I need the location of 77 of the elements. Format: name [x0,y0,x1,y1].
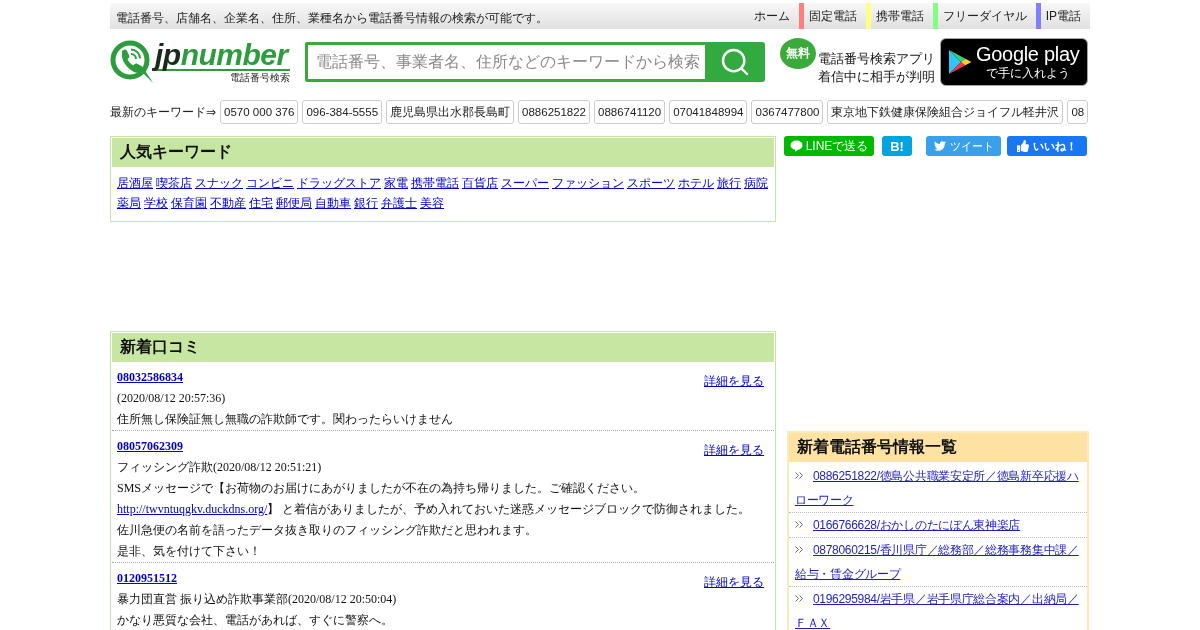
keyword-tag[interactable]: 096-384-5555 [302,100,383,124]
review-heading: (2020/08/12 20:57:36) [117,390,227,407]
keyword-link[interactable]: 不動産 [210,193,246,213]
review-text: 住所無し保険証無し無職の詐欺師です。関わったらいけません [117,411,454,428]
double-chevron-icon [795,595,803,603]
double-chevron-icon [795,546,803,554]
double-chevron-icon [795,472,803,480]
review-heading: 暴力団直営 振り込め詐欺事業部(2020/08/12 20:50:04) [117,591,398,608]
keyword-tag[interactable]: 東京地下鉄健康保険組合ジョイフル軽井沢 [827,100,1064,124]
keyword-link[interactable]: 病院 [744,173,768,193]
keyword-tag[interactable]: 鹿児島県出水郡長島町 [386,100,515,124]
panel-title: 新着電話番号情報一覧 [789,433,1087,462]
double-chevron-icon [795,521,803,529]
number-link[interactable]: 0166766628/おかしのたにぽん東神楽店 [795,513,1081,537]
phone-number-link[interactable]: 0120951512 [117,568,177,589]
detail-link[interactable]: 詳細を見る [704,444,764,457]
detail-link[interactable]: 詳細を見る [704,375,764,388]
keyword-link[interactable]: スポーツ [627,173,675,193]
keyword-link[interactable]: 弁護士 [381,193,417,213]
logo-tagline: 電話番号検索 [229,71,290,84]
thumbs-up-icon [1017,140,1029,152]
keyword-tag[interactable]: 0886251822 [518,100,590,124]
panel-title: 人気キーワード [112,138,774,167]
review-text: かなり悪質な会社、電話があれば、すぐに警察へ。 [117,612,394,629]
phone-number-link[interactable]: 08032586834 [117,367,183,388]
keyword-tag[interactable]: 0570 000 376 [220,100,299,124]
number-link[interactable]: 0196295984/岩手県／岩手県庁総合案内／出納局／ＦＡＸ [795,587,1081,630]
keyword-link[interactable]: 居酒屋 [117,173,153,193]
detail-link[interactable]: 詳細を見る [704,576,764,589]
keyword-tag[interactable]: 07041848994 [669,100,748,124]
chat-bubble-icon [789,140,803,152]
keyword-link[interactable]: 学校 [144,193,168,213]
panel-title: 新着口コミ [112,333,774,362]
keyword-tag[interactable]: 08 [1067,100,1089,124]
url-link[interactable]: http://twvntuqgkv.duckdns.org/ [117,502,268,516]
keyword-link[interactable]: ドラッグストア [297,173,381,193]
play-triangle-icon [948,49,972,75]
keyword-link[interactable]: スーパー [501,173,549,193]
keyword-link[interactable]: 薬局 [117,193,141,213]
keyword-link[interactable]: 旅行 [717,173,741,193]
bird-icon [933,140,946,152]
keyword-link[interactable]: 自動車 [315,193,351,213]
nav-link[interactable]: フリーダイヤル [942,7,1036,25]
keywords-label: 最新のキーワード⇒ [110,103,217,121]
keyword-link[interactable]: 住宅 [249,193,273,213]
keyword-link[interactable]: 郵便局 [276,193,312,213]
promo-text: 着信中に相手が判明 [818,68,935,86]
store-button[interactable]: Google play で手に入れよう [940,38,1088,86]
keyword-tag[interactable]: 0886741120 [594,100,666,124]
phone-number-link[interactable]: 08057062309 [117,436,183,457]
nav-link[interactable]: 携帯電話 [875,7,933,25]
keyword-link[interactable]: 携帯電話 [411,173,459,193]
keyword-link[interactable]: 銀行 [354,193,378,213]
site-description: 電話番号、店舗名、企業名、住所、業種名から電話番号情報の検索が可能です。 [116,9,548,27]
keyword-link[interactable]: 美容 [420,193,444,213]
nav-link[interactable]: ホーム [753,7,799,25]
keyword-tag[interactable]: 0367477800 [751,100,824,124]
share-button[interactable]: いいね！ [1007,136,1087,156]
search-icon [719,46,751,78]
keyword-link[interactable]: ホテル [678,173,714,193]
nav-link[interactable]: IP電話 [1045,7,1090,25]
number-link[interactable]: 0886251822/徳島公共職業安定所／徳島新卒応援ハローワーク [795,464,1081,512]
keyword-link[interactable]: スナック [195,173,243,193]
free-badge: 無料 [780,38,816,69]
review-text: SMSメッセージで【お荷物のお届けにあがりましたが不在の為持ち帰りました。ご確認ください。 http://twvntuqgkv.duckdns.org/】 と着信がありましたが、予め入れておいた迷惑メッセージブロックで防御されました。 佐川急便の名前を語ったデータ抜き取りのフィッシング詐欺だと思われます。 是非、気を付けて下さい！ [117,480,752,560]
keyword-link[interactable]: 百貨店 [462,173,498,193]
keyword-link[interactable]: 喫茶店 [156,173,192,193]
keyword-link[interactable]: 保育園 [171,193,207,213]
promo-text: 電話番号検索アプリ [818,50,935,68]
number-link[interactable]: 0878060215/香川県庁／総務部／総務事務集中課／給与・賃金グループ [795,538,1081,586]
search-field[interactable]: 電話番号、事業者名、住所などのキーワードから検索 [305,42,705,82]
keyword-link[interactable]: ファッション [552,173,624,193]
keyword-link[interactable]: 家電 [384,173,408,193]
review-heading: フィッシング詐欺(2020/08/12 20:51:21) [117,459,323,476]
keyword-link[interactable]: コンビニ [246,173,294,193]
nav-link[interactable]: 固定電話 [808,7,866,25]
search-button[interactable] [705,42,765,82]
